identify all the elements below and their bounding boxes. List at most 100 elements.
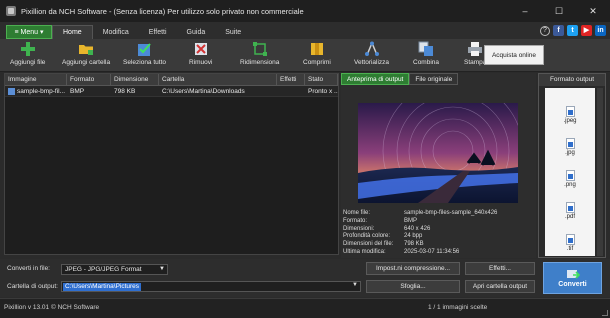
file-list-header: Immagine Formato Dimensione Cartella Eff… — [5, 74, 338, 86]
vectorize-button[interactable]: Vettorializza — [354, 41, 389, 71]
add-file-button[interactable]: Aggiungi file — [10, 41, 45, 71]
resize-grip-icon[interactable] — [602, 310, 608, 316]
browse-button[interactable]: Sfoglia... — [366, 280, 460, 293]
compression-settings-button[interactable]: Impost.ni compressione... — [366, 262, 460, 275]
resize-icon — [252, 42, 267, 56]
facebook-icon[interactable]: f — [553, 25, 564, 36]
effects-button[interactable]: Effetti... — [465, 262, 535, 275]
linkedin-icon[interactable]: in — [595, 25, 606, 36]
output-format-list: .jpeg .jpg .png .pdf .tif — [545, 88, 595, 256]
row-effects — [277, 86, 305, 97]
row-image-cell: sample-bmp-fil... — [5, 86, 67, 97]
tab-original-file[interactable]: File originale — [409, 73, 459, 85]
add-folder-icon — [79, 45, 94, 55]
menu-button-label: Menu — [20, 28, 39, 36]
minimize-button[interactable]: – — [508, 0, 542, 22]
column-header-folder[interactable]: Cartella — [159, 74, 277, 86]
youtube-icon[interactable]: ▶ — [581, 25, 592, 36]
jpg-file-icon — [565, 138, 575, 149]
format-label: .jpeg — [563, 118, 577, 124]
combine-label: Combina — [413, 59, 440, 66]
tab-output-preview[interactable]: Anteprima di output — [341, 73, 410, 85]
preview-panel: Anteprima di output File originale Nome … — [341, 73, 536, 258]
info-key: Ultima modifica: — [343, 248, 386, 255]
output-format-title: Formato output — [539, 74, 605, 86]
window-title: Pixillion da NCH Software - (Senza licen… — [21, 6, 304, 16]
png-file-icon — [565, 170, 575, 181]
row-image-name: sample-bmp-fil... — [17, 88, 66, 95]
compress-button[interactable]: Comprimi — [303, 41, 331, 71]
open-output-folder-button[interactable]: Apri cartella output — [465, 280, 535, 293]
output-format-panel: Formato output .jpeg .jpg .png .pdf .tif — [538, 73, 606, 258]
output-format-select[interactable]: JPEG - JPG/JPEG Format ▼ — [61, 264, 168, 275]
format-item-tif[interactable]: .tif — [545, 234, 595, 252]
status-selection: 1 / 1 immagini scelte — [428, 304, 488, 311]
table-row[interactable]: sample-bmp-fil... BMP 798 KB C:\Users\Ma… — [5, 86, 338, 97]
ribbon-tabs: ≡ Menu ▾ Home Modifica Effetti Guida Sui… — [0, 22, 610, 39]
buy-online-button[interactable]: Acquista online — [484, 45, 544, 65]
combine-icon — [418, 41, 433, 56]
info-key: Dimensioni del file: — [343, 241, 394, 248]
format-item-jpg[interactable]: .jpg — [545, 138, 595, 156]
close-button[interactable]: ✕ — [576, 0, 610, 22]
convert-icon — [566, 269, 580, 279]
column-header-status[interactable]: Stato — [305, 74, 338, 86]
column-header-effects[interactable]: Effetti — [277, 74, 305, 86]
chevron-down-icon: ▼ — [352, 282, 358, 288]
format-item-jpeg[interactable]: .jpeg — [545, 106, 595, 124]
preview-tabs: Anteprima di output File originale — [341, 73, 536, 85]
status-bar: Pixillion v 13.01 © NCH Software 1 / 1 i… — [0, 298, 610, 318]
column-header-image[interactable]: Immagine — [5, 74, 67, 86]
file-list: Immagine Formato Dimensione Cartella Eff… — [4, 73, 339, 255]
tab-effetti[interactable]: Effetti — [139, 25, 177, 39]
format-list-scrollbar[interactable] — [597, 88, 603, 256]
add-folder-button[interactable]: Aggiungi cartella — [62, 41, 110, 71]
column-header-format[interactable]: Formato — [67, 74, 111, 86]
format-item-png[interactable]: .png — [545, 170, 595, 188]
title-bar: Pixillion da NCH Software - (Senza licen… — [0, 0, 610, 22]
toolbar: Aggiungi file Aggiungi cartella Selezion… — [0, 39, 610, 72]
row-format: BMP — [70, 88, 85, 95]
row-folder: C:\Users\Martina\Downloads — [162, 88, 245, 95]
window-controls: – ☐ ✕ — [508, 0, 610, 22]
convert-button[interactable]: Converti — [543, 262, 602, 294]
tab-home[interactable]: Home — [52, 25, 93, 39]
select-all-button[interactable]: Seleziona tutto — [123, 41, 166, 71]
format-item-pdf[interactable]: .pdf — [545, 202, 595, 220]
info-value: BMP — [404, 217, 418, 224]
remove-icon — [194, 43, 207, 55]
print-icon — [468, 42, 483, 56]
resize-button[interactable]: Ridimensiona — [240, 41, 279, 71]
format-label: .jpg — [565, 150, 575, 156]
maximize-button[interactable]: ☐ — [542, 0, 576, 22]
status-version: Pixillion v 13.01 © NCH Software — [4, 304, 100, 311]
tab-guida[interactable]: Guida — [177, 25, 216, 39]
remove-label: Rimuovi — [189, 59, 213, 66]
output-folder-input[interactable]: C:\Users\Martina\Pictures ▼ — [61, 281, 361, 292]
vectorize-icon — [364, 41, 379, 56]
row-status: Pronto x ... — [308, 88, 338, 95]
combine-button[interactable]: Combina — [413, 41, 439, 71]
app-icon — [6, 6, 16, 16]
help-icon[interactable]: ? — [540, 25, 550, 36]
select-all-label: Seleziona tutto — [123, 59, 167, 66]
chevron-down-icon: ▼ — [159, 266, 165, 272]
select-all-icon — [137, 43, 151, 56]
image-info: Nome file: sample-bmp-files-sample_640x42… — [343, 210, 533, 257]
output-folder-value: C:\Users\Martina\Pictures — [63, 283, 142, 291]
format-label: .png — [564, 182, 576, 188]
info-value: sample-bmp-files-sample_640x426 — [404, 210, 498, 216]
info-value: 24 bpp — [404, 233, 423, 240]
column-header-size[interactable]: Dimensione — [111, 74, 159, 86]
tif-file-icon — [565, 234, 575, 245]
tab-suite[interactable]: Suite — [215, 25, 251, 39]
compress-icon — [310, 43, 323, 55]
hamburger-icon: ≡ — [14, 28, 19, 36]
tabs-right: ? f t ▶ in — [540, 25, 606, 36]
output-format-value: JPEG - JPG/JPEG Format — [65, 266, 142, 273]
menu-button[interactable]: ≡ Menu ▾ — [6, 25, 52, 39]
remove-button[interactable]: Rimuovi — [189, 41, 212, 71]
twitter-icon[interactable]: t — [567, 25, 578, 36]
add-folder-label: Aggiungi cartella — [62, 59, 111, 66]
tab-modifica[interactable]: Modifica — [93, 25, 139, 39]
